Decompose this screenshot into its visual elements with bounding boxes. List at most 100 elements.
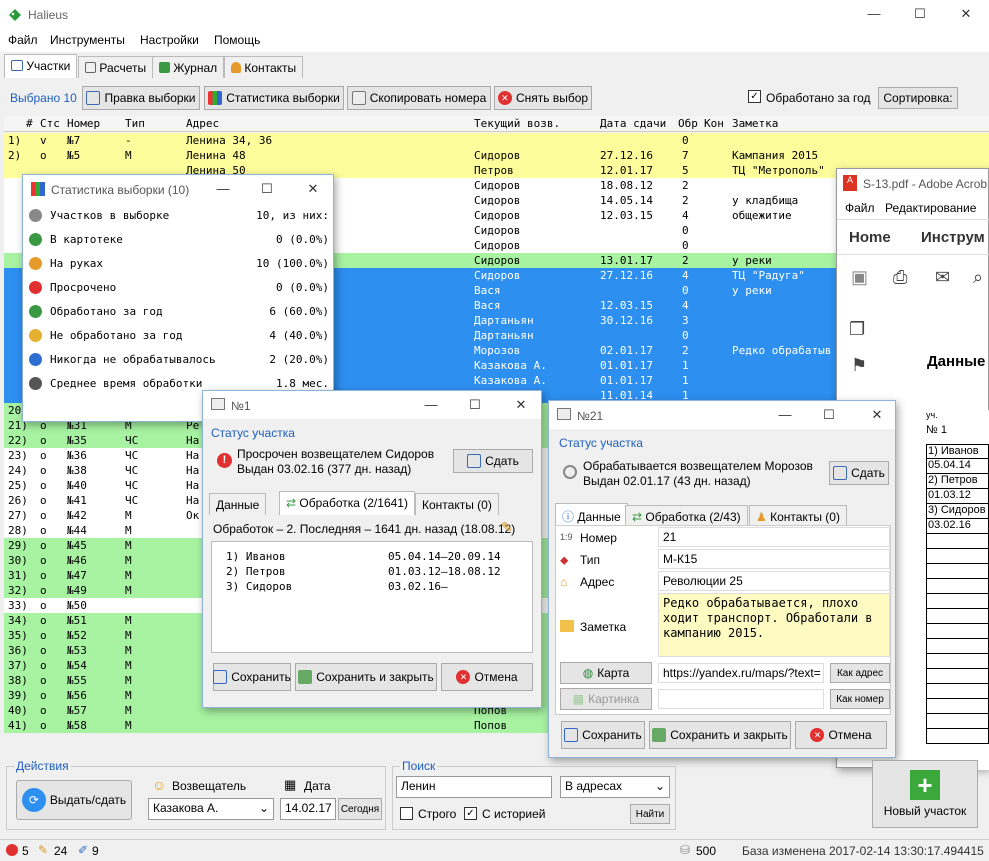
- pdf-uch: уч.: [926, 410, 938, 420]
- col-status[interactable]: Стс: [40, 117, 60, 130]
- pdf-search-icon[interactable]: ⌕: [973, 267, 983, 288]
- col-address[interactable]: Адрес: [186, 117, 219, 130]
- cell-obr: 0: [682, 329, 689, 342]
- tab-calculations[interactable]: Расчеты: [78, 56, 154, 78]
- plot-21-close[interactable]: ✕: [867, 407, 887, 423]
- menu-tools[interactable]: Инструменты: [50, 33, 125, 47]
- as-number-button[interactable]: Как номер: [830, 689, 890, 709]
- table-row[interactable]: 1) v №7 - Ленина 34, 36 0: [4, 133, 989, 148]
- cell-type: М: [125, 554, 132, 567]
- as-address-button[interactable]: Как адрес: [830, 663, 890, 683]
- plot-21-maximize[interactable]: ☐: [819, 407, 839, 423]
- processed-year-checkbox[interactable]: ✓: [748, 90, 761, 103]
- plot-1-save-button[interactable]: Сохранить: [213, 663, 291, 691]
- selection-stats-button[interactable]: Статистика выборки: [204, 86, 344, 110]
- plot-1-tab-processing[interactable]: ⇄ Обработка (2/1641): [279, 491, 415, 515]
- plot-1-save-close-button[interactable]: Сохранить и закрыть: [295, 663, 437, 691]
- col-index[interactable]: #: [26, 117, 33, 130]
- copy-numbers-button[interactable]: Скопировать номера: [347, 86, 491, 110]
- cell-n: 40): [8, 704, 28, 717]
- plot-1-minimize[interactable]: —: [421, 397, 441, 413]
- map-url-field[interactable]: https://yandex.ru/maps/?text=: [658, 663, 824, 683]
- plot-21-cancel-button[interactable]: ✕ Отмена: [795, 721, 887, 749]
- menu-settings[interactable]: Настройки: [140, 33, 199, 47]
- type-field[interactable]: М-К15: [658, 549, 890, 569]
- plot-21-save-close-button[interactable]: Сохранить и закрыть: [649, 721, 791, 749]
- plot-1-history-list[interactable]: 1) Иванов 05.04.14–20.09.14 2) Петров 01.03…: [211, 541, 533, 653]
- statusbar: 5 ✎ 24 ✐ 9 ⛁ 500 База изменена 2017-02-1…: [0, 839, 989, 861]
- stats-minimize[interactable]: —: [213, 181, 233, 197]
- cell-s: o: [40, 674, 47, 687]
- plot-1-tab-contacts[interactable]: Контакты (0): [415, 493, 499, 515]
- plot-1-maximize[interactable]: ☐: [465, 397, 485, 413]
- plot-1-give-button[interactable]: Сдать: [453, 449, 533, 473]
- plot-1-tab-data[interactable]: Данные: [209, 493, 267, 515]
- issue-return-button[interactable]: ⟳ Выдать/сдать: [16, 780, 132, 820]
- pdf-pages-icon[interactable]: ❐: [849, 319, 865, 340]
- col-contacts[interactable]: Кон: [704, 117, 724, 130]
- edit-selection-button[interactable]: Правка выборки: [82, 86, 200, 110]
- new-plot-button[interactable]: + Новый участок: [872, 760, 978, 828]
- col-type[interactable]: Тип: [125, 117, 145, 130]
- pdf-nav-tools[interactable]: Инструм: [921, 229, 985, 246]
- stats-close[interactable]: ✕: [303, 181, 323, 197]
- stats-maximize[interactable]: ☐: [257, 181, 277, 197]
- menu-file[interactable]: Файл: [8, 33, 38, 47]
- processing-icon: ⇄: [632, 510, 643, 524]
- plot-1-close[interactable]: ✕: [511, 397, 531, 413]
- map-button[interactable]: ◍ Карта: [560, 662, 652, 684]
- find-button[interactable]: Найти: [630, 804, 670, 824]
- picture-button[interactable]: ▦ Картинка: [560, 688, 652, 710]
- close-button[interactable]: ✕: [956, 6, 976, 22]
- plot-21-minimize[interactable]: —: [775, 407, 795, 423]
- plot-21-tab-processing[interactable]: ⇄ Обработка (2/43): [625, 505, 748, 527]
- col-note[interactable]: Заметка: [732, 117, 778, 130]
- history-checkbox[interactable]: ✓: [464, 807, 477, 820]
- picture-field[interactable]: [658, 689, 824, 709]
- plot-21-tab-processing-label: Обработка (2/43): [645, 510, 741, 524]
- plot-1-cancel-button[interactable]: ✕ Отмена: [441, 663, 533, 691]
- plot-21-tab-data[interactable]: ⓘ Данные: [555, 503, 628, 527]
- plot-21-status-line2: Выдан 02.01.17 (43 дн. назад): [583, 474, 751, 488]
- list-item[interactable]: 1) Иванов 05.04.14–20.09.14: [226, 550, 516, 565]
- pdf-menu-edit[interactable]: Редактирование: [885, 201, 976, 215]
- publisher-select[interactable]: Казакова А. ⌄: [148, 798, 274, 820]
- plot-21-give-button[interactable]: Сдать: [829, 461, 889, 485]
- search-scope-select[interactable]: В адресах ⌄: [560, 776, 670, 798]
- pdf-save-icon[interactable]: ▣: [851, 267, 868, 288]
- cell-n: 39): [8, 689, 28, 702]
- col-publisher[interactable]: Текущий возв.: [474, 117, 560, 130]
- cell-obr: 2: [682, 179, 689, 192]
- strict-checkbox[interactable]: [400, 807, 413, 820]
- menu-help[interactable]: Помощь: [214, 33, 260, 47]
- maximize-button[interactable]: ☐: [910, 6, 930, 22]
- pdf-print-icon[interactable]: ⎙: [893, 267, 907, 288]
- plot-21-save-button[interactable]: Сохранить: [561, 721, 645, 749]
- pdf-mail-icon[interactable]: ✉: [935, 267, 950, 288]
- clear-selection-button[interactable]: ✕ Снять выбор: [494, 86, 592, 110]
- list-item[interactable]: 2) Петров 01.03.12–18.08.12: [226, 565, 516, 580]
- note-field[interactable]: Редко обрабатывается, плохо ходит трансп…: [658, 593, 890, 657]
- minimize-button[interactable]: —: [864, 6, 884, 22]
- plot-21-tab-contacts[interactable]: ♟ Контакты (0): [749, 505, 847, 527]
- pdf-nav-home[interactable]: Home: [849, 229, 891, 246]
- pdf-bookmark-icon[interactable]: ⚑: [851, 355, 867, 376]
- cell-s: o: [40, 584, 47, 597]
- tab-contacts[interactable]: Контакты: [224, 56, 304, 78]
- tab-journal[interactable]: Журнал: [152, 56, 225, 78]
- search-input[interactable]: Ленин: [396, 776, 552, 798]
- tab-plots[interactable]: Участки: [4, 54, 78, 78]
- stats-icon: [31, 182, 45, 196]
- date-field[interactable]: 14.02.17: [280, 798, 336, 820]
- address-field[interactable]: Революции 25: [658, 571, 890, 591]
- col-date[interactable]: Дата сдачи: [600, 117, 666, 130]
- col-processed[interactable]: Обр: [678, 117, 698, 130]
- col-number[interactable]: Номер: [67, 117, 100, 130]
- plot-21-cancel-label: Отмена: [828, 728, 872, 742]
- today-button[interactable]: Сегодня: [338, 798, 382, 820]
- sort-button[interactable]: Сортировка:: [878, 87, 958, 109]
- number-field[interactable]: 21: [658, 527, 890, 547]
- table-row[interactable]: 2) o №5 М Ленина 48 Сидоров 27.12.16 7 Кампания …: [4, 148, 989, 163]
- pdf-menu-file[interactable]: Файл: [845, 201, 875, 215]
- list-item[interactable]: 3) Сидоров 03.02.16–: [226, 580, 516, 595]
